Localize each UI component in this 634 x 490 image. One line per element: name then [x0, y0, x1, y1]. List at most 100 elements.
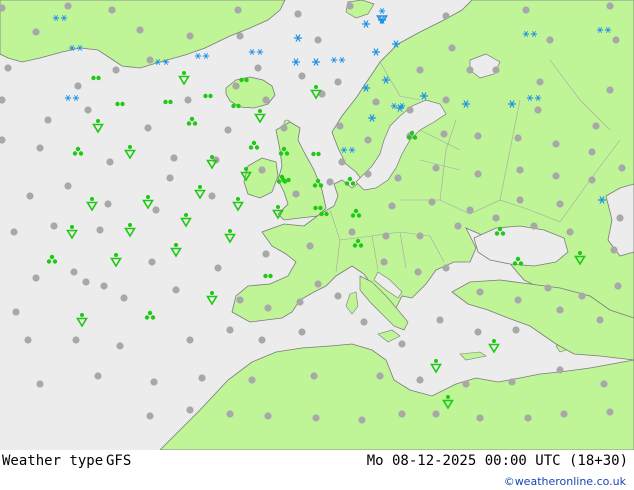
cloudy-icon	[298, 72, 306, 80]
cloudy-icon	[148, 258, 156, 266]
cloudy-icon	[224, 126, 232, 134]
cloudy-icon	[152, 206, 160, 214]
cloudy-icon	[432, 164, 440, 172]
cloudy-icon	[474, 328, 482, 336]
cloudy-icon	[146, 56, 154, 64]
cloudy-icon	[232, 82, 240, 90]
cloudy-icon	[546, 36, 554, 44]
cloudy-icon	[552, 140, 560, 148]
cloudy-icon	[116, 342, 124, 350]
credit-link[interactable]: ©weatheronline.co.uk	[504, 475, 626, 488]
cloudy-icon	[566, 228, 574, 236]
cloudy-icon	[466, 66, 474, 74]
cloudy-icon	[236, 32, 244, 40]
cloudy-icon	[596, 316, 604, 324]
cloudy-icon	[440, 130, 448, 138]
cloudy-icon	[334, 78, 342, 86]
cloudy-icon	[338, 158, 346, 166]
cloudy-icon	[474, 170, 482, 178]
cloudy-icon	[208, 192, 216, 200]
cloudy-icon	[264, 412, 272, 420]
cloudy-icon	[292, 190, 300, 198]
cloudy-icon	[186, 32, 194, 40]
cloudy-icon	[226, 410, 234, 418]
cloudy-icon	[364, 170, 372, 178]
cloudy-icon	[106, 158, 114, 166]
cloudy-icon	[466, 206, 474, 214]
cloudy-icon	[442, 96, 450, 104]
cloudy-icon	[474, 132, 482, 140]
cloudy-icon	[186, 336, 194, 344]
cloudy-icon	[306, 242, 314, 250]
cloudy-icon	[416, 376, 424, 384]
cloudy-icon	[592, 122, 600, 130]
cloudy-icon	[556, 306, 564, 314]
cloudy-icon	[326, 178, 334, 186]
cloudy-icon	[600, 380, 608, 388]
cloudy-icon	[544, 284, 552, 292]
cloudy-icon	[406, 106, 414, 114]
cloudy-icon	[84, 106, 92, 114]
cloudy-icon	[234, 6, 242, 14]
cloudy-icon	[348, 228, 356, 236]
cloudy-icon	[614, 282, 622, 290]
cloudy-icon	[346, 2, 354, 10]
footer-bar: Weather type GFS Mo 08-12-2025 00:00 UTC…	[0, 450, 634, 490]
cloudy-icon	[556, 200, 564, 208]
cloudy-icon	[226, 326, 234, 334]
cloudy-icon	[10, 228, 18, 236]
product-title: Weather type	[2, 453, 104, 469]
cloudy-icon	[552, 172, 560, 180]
cloudy-icon	[382, 232, 390, 240]
cloudy-icon	[280, 124, 288, 132]
valid-datetime: Mo 08-12-2025 00:00 UTC (18+30)	[366, 453, 628, 469]
cloudy-icon	[94, 372, 102, 380]
cloudy-icon	[236, 296, 244, 304]
cloudy-icon	[536, 78, 544, 86]
cloudy-icon	[428, 198, 436, 206]
cloudy-icon	[388, 202, 396, 210]
cloudy-icon	[36, 144, 44, 152]
cloudy-icon	[516, 166, 524, 174]
cloudy-icon	[26, 192, 34, 200]
cloudy-icon	[476, 288, 484, 296]
cloudy-icon	[82, 278, 90, 286]
cloudy-icon	[172, 286, 180, 294]
cloudy-icon	[514, 134, 522, 142]
cloudy-icon	[606, 408, 614, 416]
cloudy-icon	[24, 336, 32, 344]
cloudy-icon	[104, 200, 112, 208]
cloudy-icon	[298, 328, 306, 336]
cloudy-icon	[12, 308, 20, 316]
cloudy-icon	[72, 336, 80, 344]
cloudy-icon	[310, 372, 318, 380]
cloudy-icon	[170, 154, 178, 162]
cloudy-icon	[262, 250, 270, 258]
cloudy-icon	[398, 340, 406, 348]
cloudy-icon	[442, 264, 450, 272]
cloudy-icon	[334, 292, 342, 300]
cloudy-icon	[74, 82, 82, 90]
cloudy-icon	[616, 214, 624, 222]
cloudy-icon	[146, 412, 154, 420]
cloudy-icon	[398, 410, 406, 418]
cloudy-icon	[100, 282, 108, 290]
cloudy-icon	[454, 222, 462, 230]
cloudy-icon	[448, 44, 456, 52]
cloudy-icon	[296, 298, 304, 306]
cloudy-icon	[416, 232, 424, 240]
cloudy-icon	[560, 410, 568, 418]
cloudy-icon	[108, 6, 116, 14]
cloudy-icon	[314, 36, 322, 44]
cloudy-icon	[136, 26, 144, 34]
cloudy-icon	[376, 372, 384, 380]
cloudy-icon	[556, 366, 564, 374]
cloudy-icon	[414, 268, 422, 276]
cloudy-icon	[36, 380, 44, 388]
cloudy-icon	[512, 326, 520, 334]
cloudy-icon	[462, 380, 470, 388]
cloudy-icon	[380, 258, 388, 266]
cloudy-icon	[254, 64, 262, 72]
cloudy-icon	[64, 2, 72, 10]
cloudy-icon	[314, 280, 322, 288]
